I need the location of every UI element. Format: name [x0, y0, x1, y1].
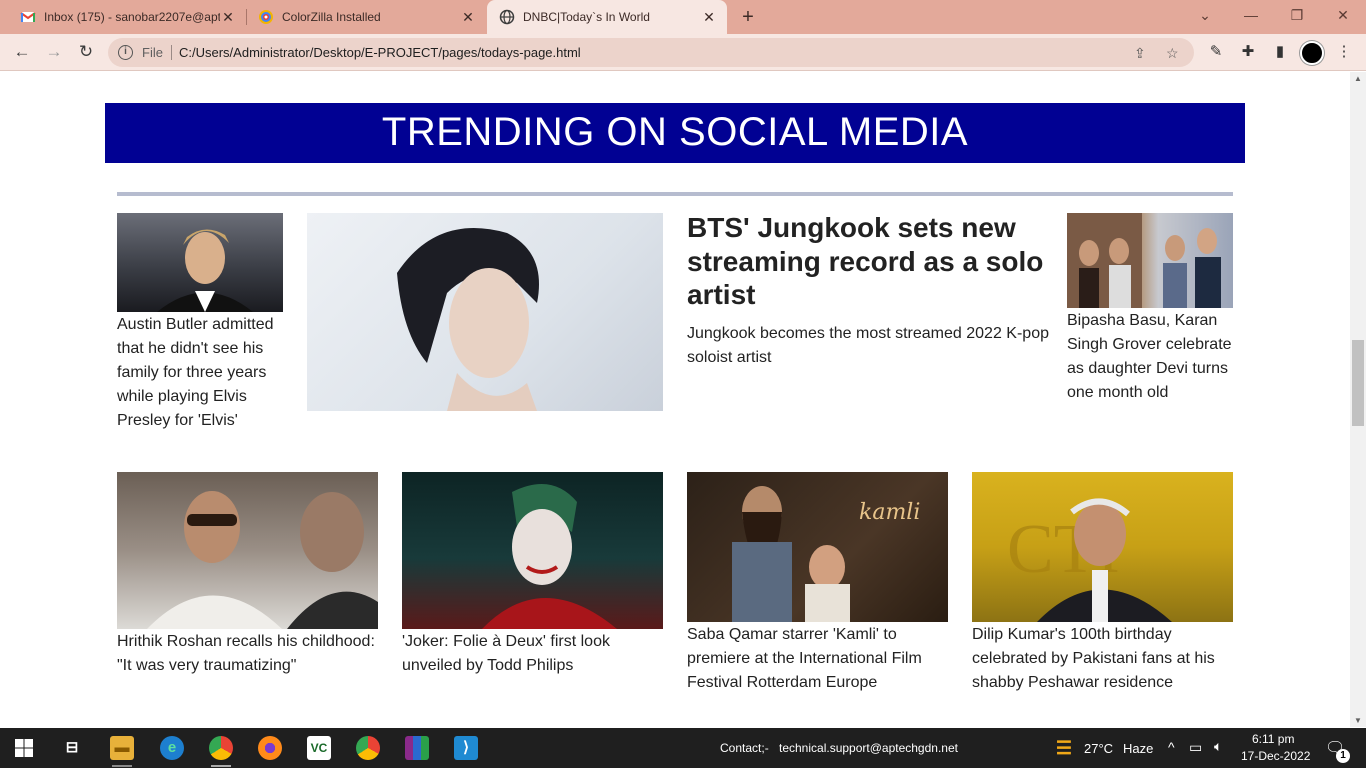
scroll-down-arrow-icon[interactable]: ▼ — [1350, 716, 1366, 725]
windows-start-icon[interactable] — [15, 739, 33, 757]
url-text[interactable]: C:/Users/Administrator/Desktop/E-PROJECT… — [179, 45, 581, 60]
close-tab-icon[interactable]: ✕ — [220, 9, 236, 26]
menu-icon[interactable]: ⋮ — [1334, 42, 1354, 62]
taskbar-indicator — [112, 765, 132, 767]
section-banner: TRENDING ON SOCIAL MEDIA — [105, 103, 1245, 163]
caption-kamli[interactable]: Saba Qamar starrer 'Kamli' to premiere a… — [687, 623, 948, 695]
vscode-icon[interactable]: ⟩ — [454, 736, 478, 760]
featured-summary: Jungkook becomes the most streamed 2022 … — [687, 325, 1049, 366]
clock-date[interactable]: 17-Dec-2022 — [1241, 749, 1310, 763]
firefox-icon[interactable] — [258, 736, 282, 760]
edge-icon[interactable]: e — [160, 736, 184, 760]
chrome-profile-icon[interactable] — [356, 736, 380, 760]
caption-hrithik[interactable]: Hrithik Roshan recalls his childhood: "I… — [117, 630, 378, 678]
close-window-button[interactable]: ✕ — [1320, 0, 1366, 34]
caption-austin[interactable]: Austin Butler admitted that he didn't se… — [117, 313, 283, 433]
page-scrollbar[interactable]: ▲ ▼ — [1350, 72, 1366, 727]
tab-colorzilla[interactable]: ColorZilla Installed ✕ — [238, 0, 486, 34]
taskbar-indicator — [211, 765, 231, 767]
weather-haze-icon[interactable]: ☰ — [1052, 736, 1076, 760]
address-bar[interactable]: i File C:/Users/Administrator/Desktop/E-… — [108, 38, 1194, 67]
page-viewport: TRENDING ON SOCIAL MEDIA Austin Butler a… — [0, 72, 1350, 727]
section-divider — [117, 192, 1233, 196]
profile-avatar[interactable] — [1300, 41, 1324, 65]
network-icon[interactable]: ▭ — [1189, 739, 1202, 756]
featured-headline[interactable]: BTS' Jungkook sets new streaming record … — [687, 211, 1049, 312]
weather-temp[interactable]: 27°C — [1084, 741, 1113, 756]
kamli-poster[interactable]: kamli — [687, 472, 948, 622]
bipasha-karan-photo[interactable] — [1067, 213, 1233, 308]
side-panel-icon[interactable]: ▮ — [1270, 42, 1290, 62]
austin-butler-photo[interactable] — [117, 213, 283, 312]
bookmark-star-icon[interactable]: ☆ — [1166, 45, 1179, 62]
caption-bipasha[interactable]: Bipasha Basu, Karan Singh Grover celebra… — [1067, 309, 1233, 405]
new-tab-button[interactable]: + — [736, 5, 760, 29]
eyedropper-icon[interactable]: ✎ — [1206, 42, 1226, 62]
vc-app-icon[interactable]: VC — [307, 736, 331, 760]
tab-gmail[interactable]: Inbox (175) - sanobar2207e@apte ✕ — [0, 0, 246, 34]
close-tab-icon[interactable]: ✕ — [701, 9, 717, 26]
tab-strip: Inbox (175) - sanobar2207e@apte ✕ ColorZ… — [0, 0, 1366, 34]
reload-button[interactable]: ↻ — [74, 40, 98, 64]
tab-dnbc[interactable]: DNBC|Today`s In World ✕ — [487, 0, 727, 34]
tab-title: DNBC|Today`s In World — [523, 10, 650, 24]
back-button[interactable]: ← — [10, 40, 34, 64]
weather-desc[interactable]: Haze — [1123, 741, 1153, 756]
scrollbar-thumb[interactable] — [1352, 340, 1364, 426]
forward-button[interactable]: → — [42, 40, 66, 64]
contact-email: technical.support@aptechgdn.net — [779, 741, 958, 755]
browser-toolbar: ← → ↻ i File C:/Users/Administrator/Desk… — [0, 34, 1366, 71]
chrome-icon[interactable] — [209, 736, 233, 760]
joker-photo[interactable] — [402, 472, 663, 629]
tab-title: Inbox (175) - sanobar2207e@apte — [44, 10, 220, 24]
gmail-icon — [20, 12, 36, 22]
share-icon[interactable]: ⇪ — [1134, 45, 1146, 62]
file-explorer-icon[interactable]: ▬ — [110, 736, 134, 760]
kamli-logo: kamli — [859, 500, 921, 525]
scroll-up-arrow-icon[interactable]: ▲ — [1350, 74, 1366, 83]
dilip-kumar-photo[interactable]: CTI — [972, 472, 1233, 622]
contact-label: Contact;- — [720, 741, 769, 755]
jungkook-photo[interactable] — [307, 213, 663, 411]
tab-title: ColorZilla Installed — [282, 10, 381, 24]
colorzilla-icon — [259, 10, 273, 24]
clock-time[interactable]: 6:11 pm — [1252, 732, 1294, 746]
restore-button[interactable]: ❐ — [1274, 0, 1320, 34]
close-tab-icon[interactable]: ✕ — [460, 9, 476, 26]
task-view-icon[interactable]: ⊟ — [60, 736, 84, 760]
caption-joker[interactable]: 'Joker: Folie à Deux' first look unveile… — [402, 630, 663, 678]
extensions-icon[interactable]: ✚ — [1238, 42, 1258, 62]
scheme-label: File — [142, 45, 163, 60]
globe-icon — [499, 9, 515, 25]
minimize-button[interactable]: — — [1228, 0, 1274, 34]
hrithik-roshan-photo[interactable] — [117, 472, 378, 629]
windows-taskbar: ⊟ ▬ e VC ⟩ Contact;- technical.support@a… — [0, 728, 1366, 768]
winrar-icon[interactable] — [405, 736, 429, 760]
tab-search-icon[interactable]: ⌄ — [1182, 0, 1228, 34]
divider — [171, 45, 172, 60]
tray-chevron-icon[interactable]: ^ — [1168, 739, 1175, 755]
info-icon[interactable]: i — [118, 45, 133, 60]
volume-icon[interactable]: 🔈︎ — [1214, 738, 1222, 755]
notification-badge: 1 — [1336, 749, 1350, 763]
caption-dilip[interactable]: Dilip Kumar's 100th birthday celebrated … — [972, 623, 1233, 695]
